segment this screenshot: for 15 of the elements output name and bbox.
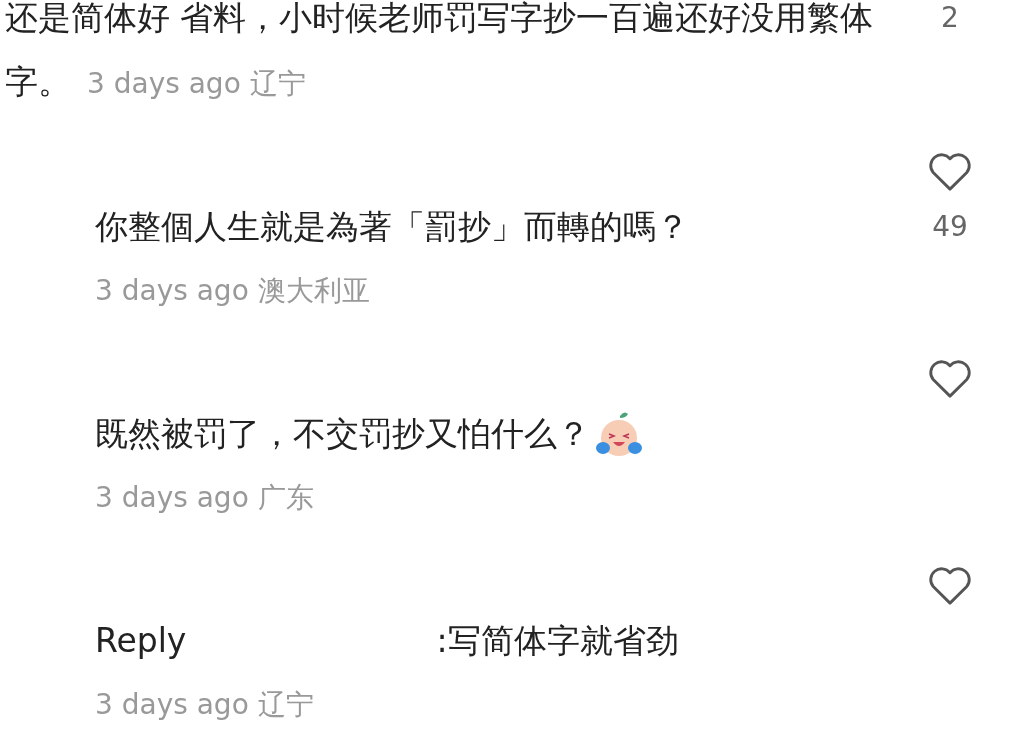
heart-icon[interactable] (927, 564, 973, 606)
reply-meta: 3 days ago 辽宁 (95, 687, 315, 723)
comment-meta: 3 days ago 辽宁 (87, 67, 306, 100)
laughing-tears-icon (594, 410, 644, 458)
reply-text: 你整個人生就是為著「罰抄」而轉的嗎？ (95, 206, 689, 249)
reply-text: :写简体字就省劲 (436, 620, 679, 663)
reply-meta: 3 days ago 澳大利亚 (95, 273, 371, 309)
reply-meta: 3 days ago 广东 (95, 480, 315, 516)
heart-icon[interactable] (927, 357, 973, 399)
reply-label[interactable]: Reply (95, 616, 187, 666)
like-count: 2 (941, 0, 959, 36)
comment-text: 还是简体好 省料，小时候老师罚写字抄一百遍还好没用繁体字。 3 days ago 辽宁 (5, 0, 875, 103)
heart-icon[interactable] (927, 150, 973, 192)
like-count: 49 (932, 209, 968, 245)
reply-text: 既然被罚了，不交罚抄又怕什么？ (95, 413, 590, 456)
